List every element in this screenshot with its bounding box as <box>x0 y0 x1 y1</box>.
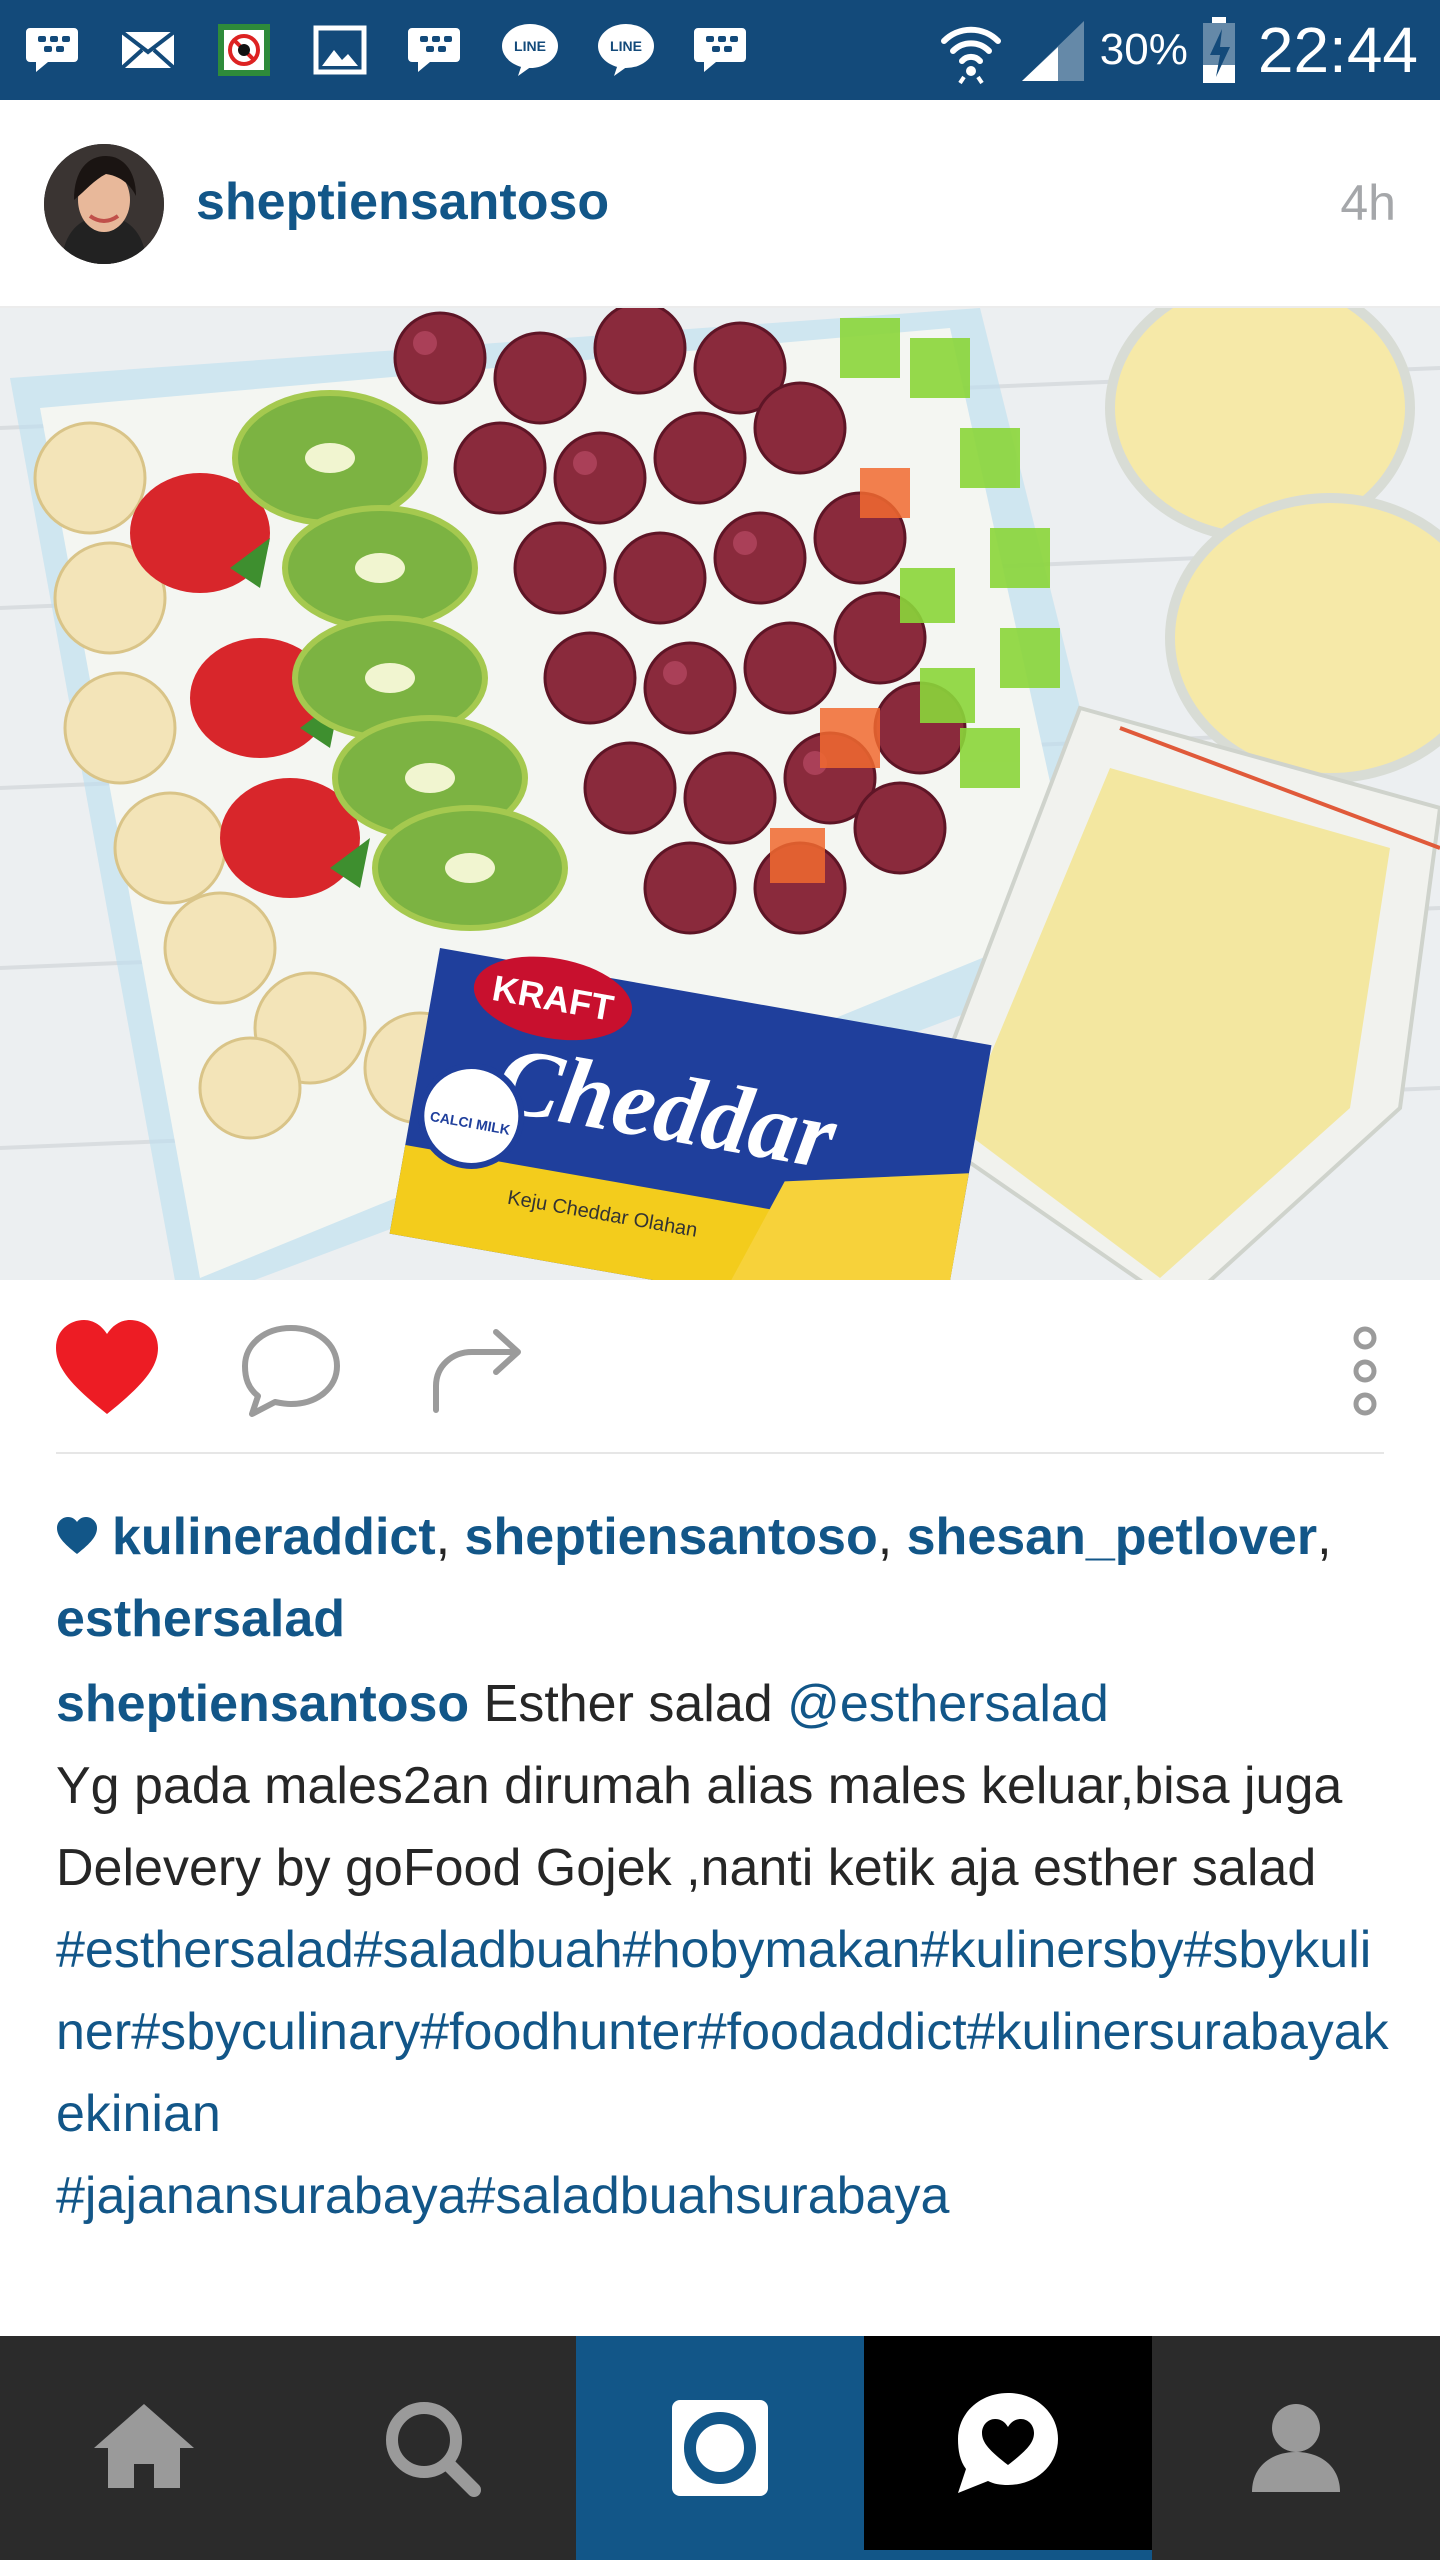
post-header: sheptiensantoso 4h <box>0 100 1440 308</box>
home-icon <box>94 2404 194 2488</box>
post-username[interactable]: sheptiensantoso <box>196 172 609 232</box>
nav-search[interactable] <box>288 2336 576 2560</box>
share-button[interactable] <box>420 1316 530 1426</box>
clock: 22:44 <box>1257 14 1418 86</box>
caption: sheptiensantoso Esther salad @esthersala… <box>56 1663 1396 2237</box>
nav-home[interactable] <box>0 2336 288 2560</box>
heart-icon <box>56 1320 158 1414</box>
battery-icon <box>1202 17 1235 83</box>
liker-link[interactable]: shesan_petlover <box>907 1508 1317 1566</box>
caption-mention[interactable]: @esthersalad <box>787 1675 1109 1733</box>
line-icon: LINE <box>596 20 656 80</box>
liker-link[interactable]: esthersalad <box>56 1590 345 1648</box>
likes-separator: , <box>877 1508 907 1566</box>
comment-button[interactable] <box>236 1316 346 1426</box>
post-actions <box>0 1280 1440 1452</box>
more-options-button[interactable] <box>1310 1316 1420 1426</box>
caption-text: Esther salad <box>469 1675 788 1733</box>
wifi-icon <box>940 26 1001 85</box>
line-icon: LINE <box>500 20 560 80</box>
more-vertical-icon <box>1353 1326 1377 1416</box>
profile-icon <box>1252 2404 1340 2492</box>
like-count-heart-icon <box>57 1517 97 1554</box>
search-icon <box>386 2402 481 2497</box>
bbm-icon <box>24 20 84 80</box>
nav-activity[interactable] <box>864 2336 1152 2560</box>
caption-username[interactable]: sheptiensantoso <box>56 1675 469 1733</box>
caption-hashtags[interactable]: #jajanansurabaya#saladbuahsurabaya <box>56 2155 1396 2237</box>
nav-camera[interactable] <box>576 2336 864 2560</box>
caption-body-text: Yg pada males2an dirumah alias males kel… <box>56 1757 1343 1897</box>
battery-percent: 30% <box>1099 25 1188 74</box>
svg-text:LINE: LINE <box>514 38 546 54</box>
mail-icon <box>118 20 178 80</box>
app-icon <box>214 20 274 80</box>
nav-profile[interactable] <box>1152 2336 1440 2560</box>
avatar[interactable] <box>44 144 164 264</box>
post-timestamp: 4h <box>1340 175 1396 231</box>
caption-hashtags[interactable]: #esthersalad#saladbuah#hobymakan#kuliner… <box>56 1909 1396 2155</box>
status-bar: LINE LINE 30% 22:44 <box>0 0 1440 100</box>
likes-separator: , <box>435 1508 465 1566</box>
share-icon <box>433 1329 521 1413</box>
camera-icon <box>672 2400 768 2496</box>
bbm-icon <box>692 20 752 80</box>
activity-icon <box>958 2393 1058 2493</box>
bbm-icon <box>406 20 466 80</box>
signal-icon <box>1021 21 1084 81</box>
bottom-nav <box>0 2336 1440 2560</box>
liker-link[interactable]: sheptiensantoso <box>465 1508 878 1566</box>
likes-separator: , <box>1317 1508 1332 1566</box>
gallery-icon <box>310 20 370 80</box>
divider <box>56 1452 1384 1454</box>
post-photo[interactable]: KRAFT Cheddar CALCI MILK Keju Cheddar Ol… <box>0 308 1440 1280</box>
svg-text:LINE: LINE <box>610 38 642 54</box>
caption-body: sheptiensantoso Esther salad @esthersala… <box>56 1663 1396 1909</box>
like-button[interactable] <box>52 1316 162 1426</box>
liker-link[interactable]: kulineraddict <box>112 1508 436 1566</box>
likes-line: kulineraddict, sheptiensantoso, shesan_p… <box>56 1496 1396 1660</box>
comment-icon <box>242 1325 340 1417</box>
